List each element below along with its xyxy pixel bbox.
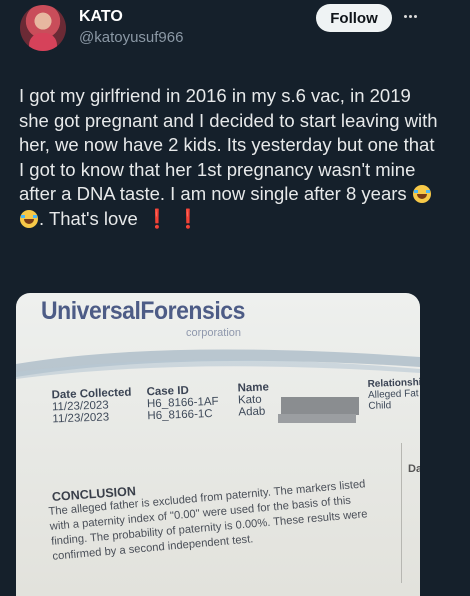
tweet-text-part1: I got my girlfriend in 2016 in my s.6 va… xyxy=(19,85,438,204)
tweet-text-part2: . That's love xyxy=(39,207,138,229)
table-divider xyxy=(401,443,402,583)
exclamation-icon: ❗ xyxy=(145,207,169,229)
date-cell: 11/23/2023 xyxy=(52,411,110,426)
follow-button[interactable]: Follow xyxy=(316,4,392,32)
relationship-cell: Alleged Fat xyxy=(367,388,419,401)
redaction-box xyxy=(278,414,356,423)
case-cell: H6_8166-1C xyxy=(147,407,213,423)
name-column: Name Kato Adab xyxy=(237,381,270,418)
tweet-text: I got my girlfriend in 2016 in my s.6 va… xyxy=(19,84,439,231)
crying-laughing-icon xyxy=(20,209,38,228)
document-logo: UniversalForensics xyxy=(41,297,245,325)
relationship-column: Relationshi Alleged Fat Child xyxy=(367,377,420,412)
more-horizontal-icon[interactable] xyxy=(398,4,422,28)
name-cell: Kato xyxy=(237,393,262,407)
exclamation-icon: ❗ xyxy=(176,207,200,229)
tweet-header: KATO @katoyusuf966 Follow xyxy=(0,0,470,70)
crying-laughing-icon xyxy=(412,185,431,203)
case-column: Case ID H6_8166-1AF H6_8166-1C xyxy=(146,384,219,422)
author-name[interactable]: KATO xyxy=(79,8,123,26)
author-handle[interactable]: @katoyusuf966 xyxy=(79,29,183,46)
tweet-photo[interactable]: UniversalForensics corporation Date Coll… xyxy=(16,293,420,596)
relationship-cell: Child xyxy=(368,400,392,412)
avatar[interactable] xyxy=(20,5,66,51)
edge-text: Da xyxy=(408,463,420,475)
document-subtitle: corporation xyxy=(186,327,242,339)
name-header: Name xyxy=(237,381,270,395)
date-column: Date Collected 11/23/2023 11/23/2023 xyxy=(51,387,132,426)
redaction-box xyxy=(281,397,359,415)
name-cell: Adab xyxy=(238,405,266,419)
